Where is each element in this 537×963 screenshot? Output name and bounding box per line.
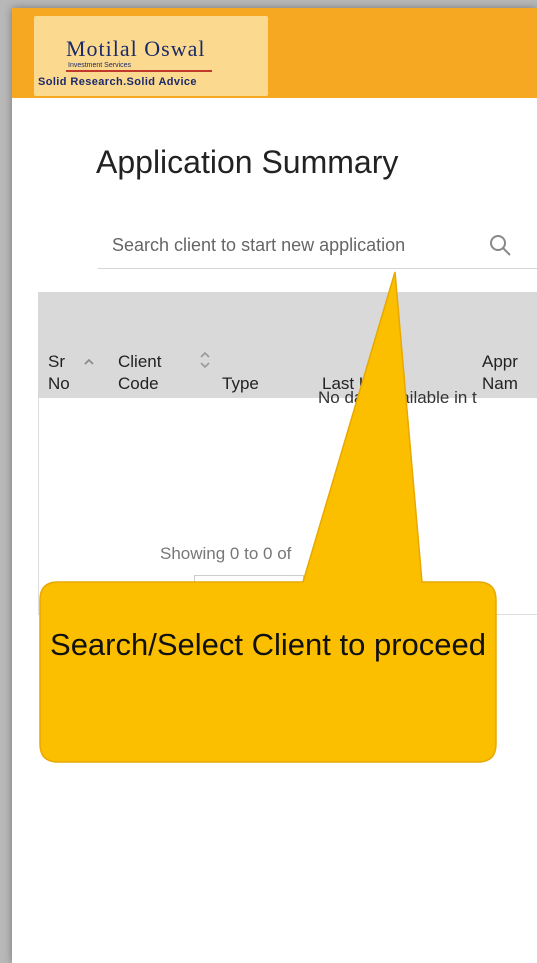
callout-text: Search/Select Client to proceed	[50, 627, 486, 662]
motilal-oswal-logo[interactable]: Motilal Oswal Investment Services Solid …	[34, 16, 268, 96]
logo-tagline: Solid Research.Solid Advice	[38, 76, 197, 88]
sort-ascending-icon[interactable]	[82, 352, 96, 372]
table-header: Sr No Client Code Type Last Used Appr Na…	[38, 292, 537, 398]
page-title: Application Summary	[96, 144, 399, 180]
col-sr-no-line2: No	[48, 374, 70, 393]
app-page: Motilal Oswal Investment Services Solid …	[12, 8, 537, 963]
top-header: Motilal Oswal Investment Services Solid …	[12, 8, 537, 98]
search-icon[interactable]	[488, 233, 514, 259]
col-sr-no-line1: Sr	[48, 352, 65, 371]
col-sr-no[interactable]: Sr No	[48, 351, 70, 395]
col-type[interactable]: Type	[222, 373, 259, 395]
col-approver-name[interactable]: Appr Nam	[482, 351, 518, 395]
logo-brand: Motilal Oswal	[66, 36, 206, 61]
col-client-code[interactable]: Client Code	[118, 351, 161, 395]
col-approver-line2: Nam	[482, 374, 518, 393]
client-search-input[interactable]: Search client to start new application	[98, 230, 537, 269]
table-info: Showing 0 to 0 of	[160, 544, 292, 563]
col-client-code-line2: Code	[118, 374, 159, 393]
search-placeholder: Search client to start new application	[112, 235, 406, 255]
logo-rule	[66, 70, 212, 72]
col-approver-line1: Appr	[482, 352, 518, 371]
logo-subtitle: Investment Services	[68, 62, 132, 69]
col-client-code-line1: Client	[118, 352, 162, 371]
pagination-control[interactable]	[194, 575, 304, 611]
empty-table-message: No data available in t	[318, 388, 477, 407]
sort-both-icon[interactable]	[198, 350, 212, 370]
